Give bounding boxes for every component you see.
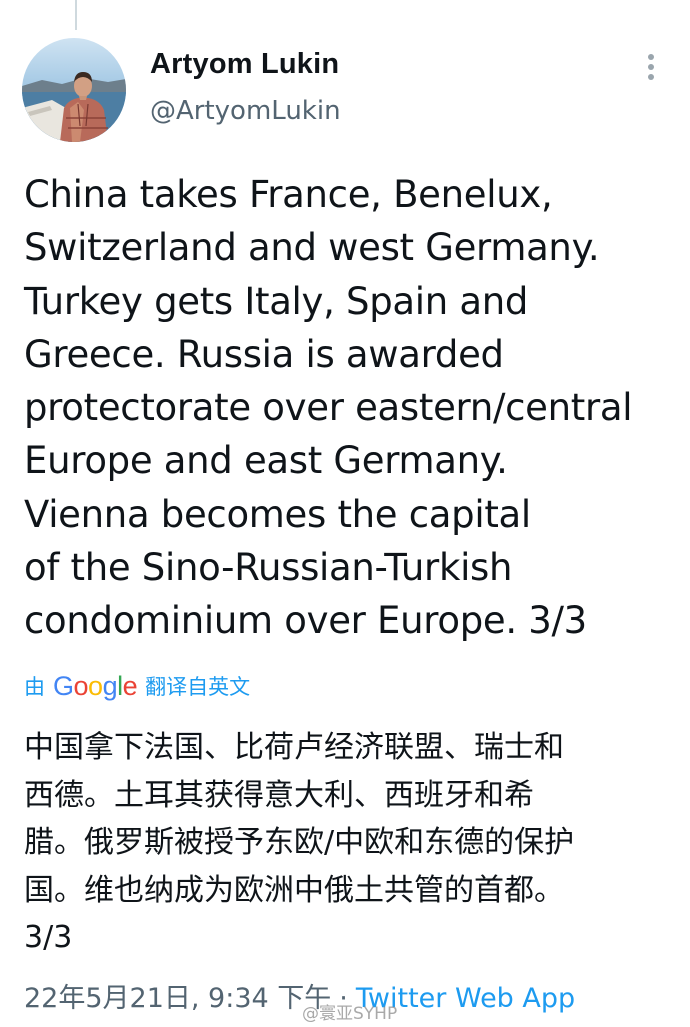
tweet-meta: 22年5月21日, 9:34 下午 · Twitter Web App xyxy=(24,976,575,1015)
thread-connector-line xyxy=(75,0,77,30)
more-vertical-icon-dot xyxy=(648,74,654,80)
watermark: @寰亚SYHP xyxy=(302,1004,398,1024)
tweet-timestamp[interactable]: 22年5月21日, 9:34 下午 xyxy=(24,976,331,1015)
translation-prefix: 由 xyxy=(24,675,45,699)
more-options-button[interactable] xyxy=(636,50,666,84)
author-display-name[interactable]: Artyom Lukin xyxy=(150,48,339,81)
translation-suffix: 翻译自英文 xyxy=(145,675,251,699)
google-logo: Google xyxy=(53,670,138,701)
translated-tweet-text: 中国拿下法国、比荷卢经济联盟、瑞士和 西德。土耳其获得意大利、西班牙和希 腊。俄… xyxy=(24,730,575,955)
author-handle[interactable]: @ArtyomLukin xyxy=(150,96,341,126)
tweet-text: China takes France, Benelux, Switzerland… xyxy=(24,173,633,643)
more-vertical-icon xyxy=(648,54,654,60)
author-avatar[interactable] xyxy=(22,38,126,142)
translation-attribution[interactable]: 由 Google 翻译自英文 xyxy=(24,668,250,704)
profile-photo-icon xyxy=(22,38,126,142)
more-vertical-icon-dot xyxy=(648,64,654,70)
